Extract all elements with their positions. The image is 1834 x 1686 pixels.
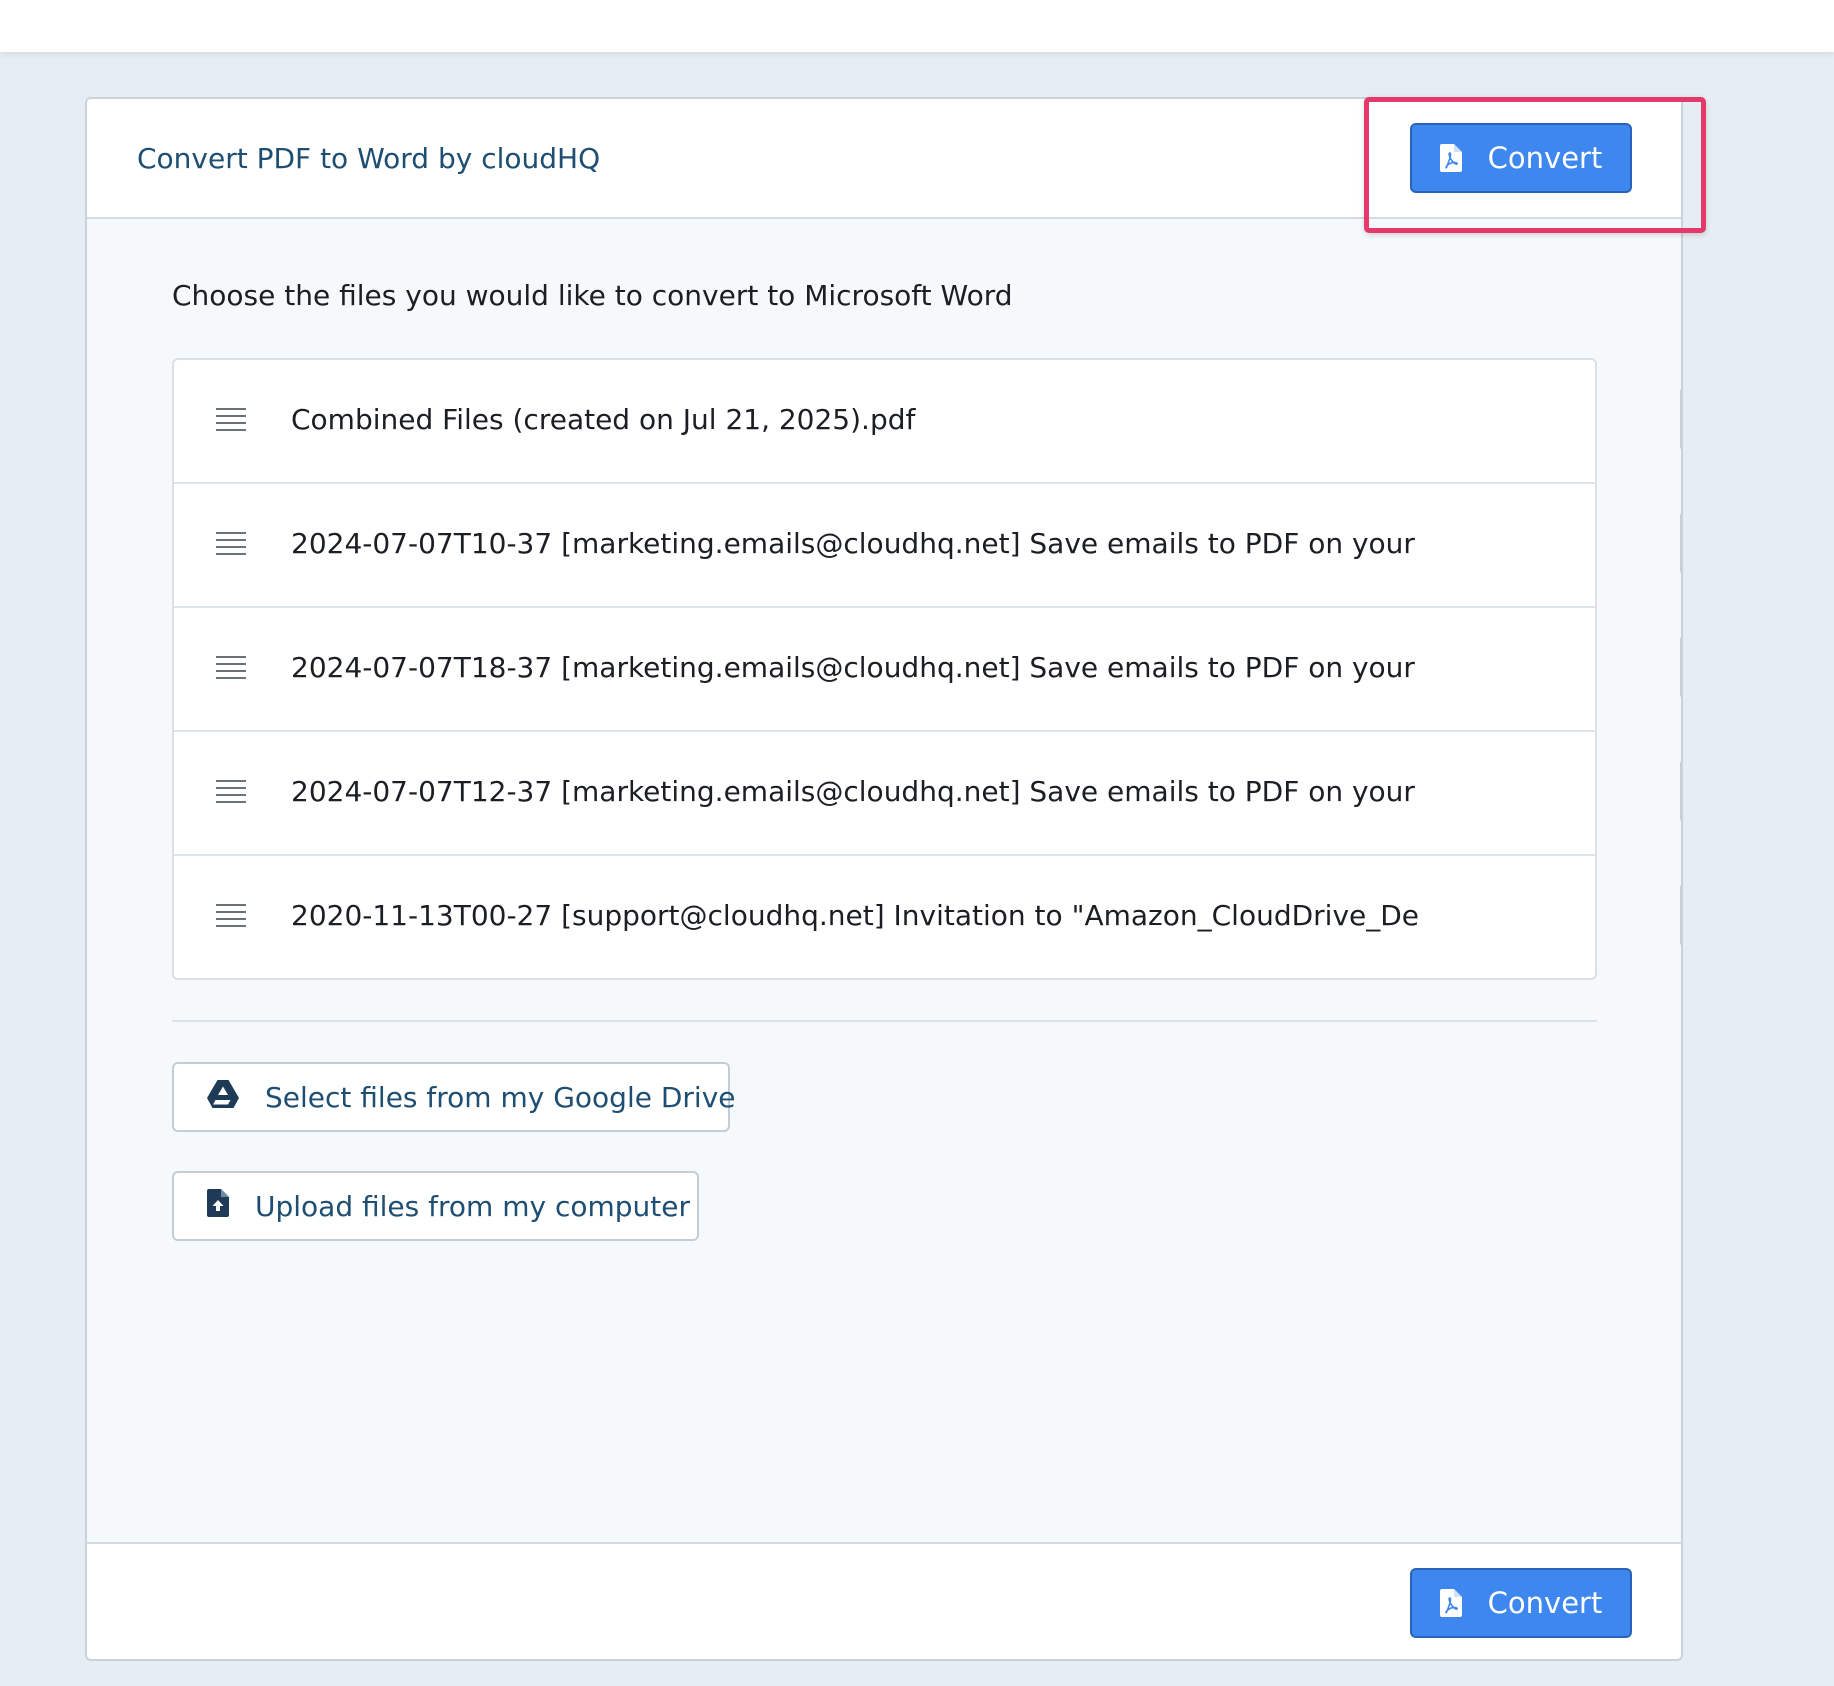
google-drive-button[interactable]: Select files from my Google Drive (172, 1062, 736, 1132)
drag-handle-icon[interactable] (216, 531, 246, 557)
delete-file-button[interactable] (1680, 634, 1681, 700)
file-row[interactable]: 2024-07-07T10-37 [marketing.emails@cloud… (174, 484, 1681, 608)
panel-header: Convert PDF to Word by cloudHQ Convert (87, 99, 1681, 219)
file-name: 2024-07-07T12-37 [marketing.emails@cloud… (291, 775, 1421, 808)
app-title: Convert PDF to Word by cloudHQ (137, 142, 601, 175)
convert-button-bottom[interactable]: Convert (1410, 1568, 1632, 1638)
file-name: 2024-07-07T18-37 [marketing.emails@cloud… (291, 651, 1421, 684)
file-name: 2020-11-13T00-27 [support@cloudhq.net] I… (291, 899, 1421, 932)
upload-button-label: Upload files from my computer (255, 1189, 690, 1223)
convert-button-top-label: Convert (1487, 141, 1603, 175)
instructions-text: Choose the files you would like to conve… (172, 279, 1013, 312)
google-drive-button-label: Select files from my Google Drive (265, 1080, 736, 1114)
top-bar (0, 0, 1834, 52)
file-name: Combined Files (created on Jul 21, 2025)… (291, 403, 916, 436)
delete-file-button[interactable] (1680, 758, 1681, 824)
file-list: Combined Files (created on Jul 21, 2025)… (172, 358, 1681, 980)
divider (172, 1020, 1597, 1022)
panel-footer: Convert (87, 1542, 1681, 1659)
convert-button-top[interactable]: Convert (1410, 123, 1632, 193)
convert-button-bottom-label: Convert (1487, 1586, 1603, 1620)
upload-button[interactable]: Upload files from my computer (172, 1171, 699, 1241)
drag-handle-icon[interactable] (216, 903, 246, 929)
file-upload-icon (207, 1188, 229, 1224)
file-name: 2024-07-07T10-37 [marketing.emails@cloud… (291, 527, 1421, 560)
delete-file-button[interactable] (1680, 510, 1681, 576)
file-row[interactable]: 2024-07-07T18-37 [marketing.emails@cloud… (174, 608, 1681, 732)
file-row[interactable]: Combined Files (created on Jul 21, 2025)… (174, 360, 1681, 484)
file-pdf-icon (1439, 144, 1462, 172)
drag-handle-icon[interactable] (216, 779, 246, 805)
file-row[interactable]: 2024-07-07T12-37 [marketing.emails@cloud… (174, 732, 1681, 856)
delete-file-button[interactable] (1680, 882, 1681, 948)
delete-file-button[interactable] (1680, 386, 1681, 452)
drag-handle-icon[interactable] (216, 407, 246, 433)
drag-handle-icon[interactable] (216, 655, 246, 681)
converter-panel: Convert PDF to Word by cloudHQ Convert C… (85, 97, 1683, 1661)
google-drive-icon (207, 1079, 239, 1115)
file-pdf-icon (1439, 1589, 1462, 1617)
file-row[interactable]: 2020-11-13T00-27 [support@cloudhq.net] I… (174, 856, 1681, 978)
